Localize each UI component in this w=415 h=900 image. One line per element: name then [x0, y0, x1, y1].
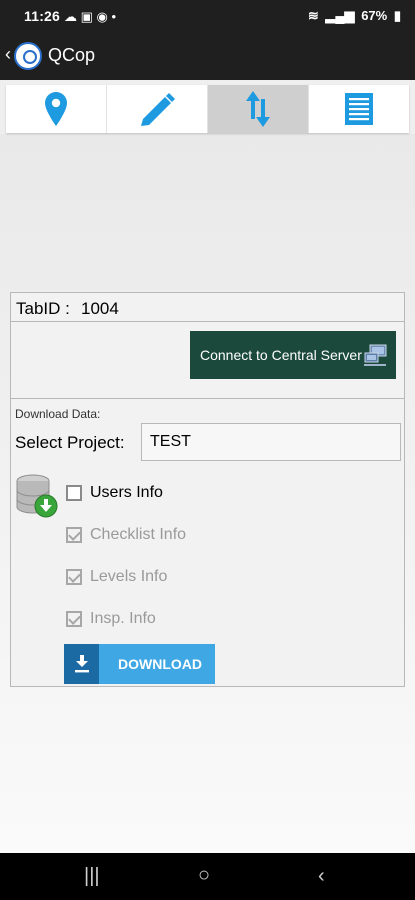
users-info-label: Users Info — [90, 484, 163, 501]
users-info-checkbox[interactable] — [66, 485, 82, 501]
tabid-label: TabID : — [16, 299, 70, 318]
insp-info-option: Insp. Info — [66, 610, 156, 628]
download-icon — [74, 655, 89, 673]
project-select[interactable]: TEST — [141, 423, 401, 461]
database-download-icon — [16, 474, 58, 518]
app-logo-icon[interactable] — [14, 42, 42, 70]
levels-info-option: Levels Info — [66, 568, 167, 586]
app-bar: ‹ QCop — [0, 32, 415, 80]
app-title: QCop — [48, 45, 96, 65]
tab-edit[interactable] — [107, 85, 208, 133]
select-project-label: Select Project: — [15, 433, 125, 452]
back-icon[interactable]: ‹ — [318, 865, 325, 888]
signal-icon: ▂▄▆ — [325, 8, 355, 23]
status-right: ≋ ▂▄▆ 67% ▮ — [305, 8, 401, 24]
checklist-info-option: Checklist Info — [66, 526, 186, 544]
battery-level: 67% — [361, 8, 388, 23]
tab-bar — [6, 85, 409, 133]
sync-panel: TabID : 1004 Connect to Central Server D… — [10, 292, 405, 687]
wifi-icon: ≋ — [307, 8, 319, 23]
insp-info-checkbox — [66, 611, 82, 627]
tabid-row: TabID : 1004 — [11, 293, 404, 322]
status-time: 11:26 — [24, 8, 61, 24]
checklist-info-checkbox — [66, 527, 82, 543]
download-icon-box — [64, 644, 99, 684]
levels-info-label: Levels Info — [90, 568, 168, 585]
connect-server-button[interactable]: Connect to Central Server — [190, 331, 396, 379]
users-info-option[interactable]: Users Info — [66, 484, 163, 502]
location-pin-icon — [45, 92, 67, 126]
tab-location[interactable] — [6, 85, 107, 133]
status-bar: 11:26 ☁ ▣ ◉ • ≋ ▂▄▆ 67% ▮ — [0, 0, 415, 32]
pencil-icon — [141, 93, 175, 126]
sync-arrows-icon — [246, 91, 270, 127]
list-icon — [345, 93, 373, 125]
checklist-info-label: Checklist Info — [90, 526, 187, 543]
levels-info-checkbox — [66, 569, 82, 585]
download-label: DOWNLOAD — [118, 656, 202, 672]
network-computer-icon — [364, 344, 387, 366]
battery-icon: ▮ — [393, 8, 401, 23]
download-button[interactable]: DOWNLOAD — [64, 644, 215, 684]
tab-list[interactable] — [309, 85, 409, 133]
download-data-label: Download Data: — [15, 407, 101, 421]
notification-icons: ☁ ▣ ◉ • — [64, 9, 117, 24]
tabid-value: 1004 — [81, 299, 119, 318]
home-icon[interactable]: ○ — [198, 864, 210, 887]
insp-info-label: Insp. Info — [90, 610, 156, 627]
system-nav-bar: ||| ○ ‹ — [0, 853, 415, 900]
recent-apps-icon[interactable]: ||| — [84, 865, 100, 888]
tab-sync[interactable] — [208, 85, 309, 133]
section-divider — [11, 398, 404, 399]
back-arrow-icon[interactable]: ‹ — [5, 44, 11, 65]
connect-server-label: Connect to Central Server — [200, 347, 362, 363]
